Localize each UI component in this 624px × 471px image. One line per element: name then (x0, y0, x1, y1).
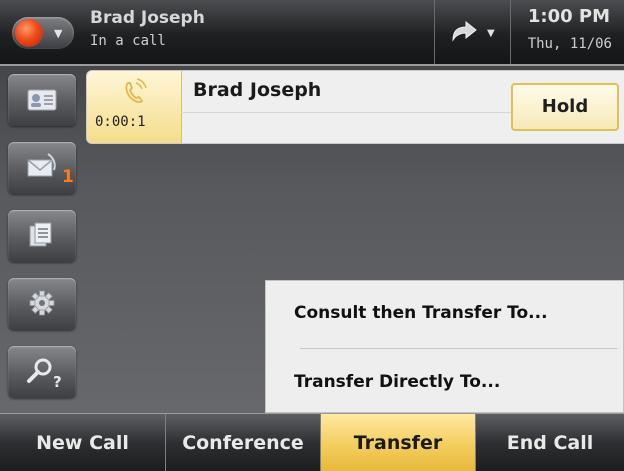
call-timer-box: 0:00:1 (87, 71, 182, 143)
sidebar-item-messages[interactable]: 1 (8, 142, 76, 194)
presence-status-icon (15, 19, 43, 47)
hold-button[interactable]: Hold (511, 83, 619, 131)
menu-item-direct-transfer[interactable]: Transfer Directly To... (294, 372, 500, 392)
presence-status-button[interactable]: ▼ (12, 17, 74, 49)
end-call-button[interactable]: End Call (476, 414, 624, 471)
new-call-button[interactable]: New Call (0, 414, 165, 471)
phone-screen: ▼ Brad Joseph In a call ▼ 1:00 PM Thu, 1… (0, 0, 624, 471)
menu-item-consult-transfer[interactable]: Consult then Transfer To... (294, 303, 548, 323)
svg-text:?: ? (53, 373, 62, 390)
call-duration: 0:00:1 (95, 114, 146, 130)
sidebar-item-help[interactable]: ? (8, 346, 76, 398)
call-forward-button[interactable]: ▼ (437, 14, 507, 52)
clock-date: Thu, 11/06 (527, 36, 612, 52)
menu-divider (300, 348, 618, 349)
status-header: ▼ Brad Joseph In a call ▼ 1:00 PM Thu, 1… (0, 0, 624, 66)
header-divider (434, 0, 435, 64)
conference-button[interactable]: Conference (166, 414, 320, 471)
call-party-name: Brad Joseph (193, 79, 322, 101)
unread-count-badge: 1 (62, 167, 74, 187)
sidebar-item-contacts[interactable] (8, 74, 76, 126)
transfer-button[interactable]: Transfer (321, 414, 475, 471)
contacts-icon (27, 89, 57, 111)
chevron-down-icon: ▼ (54, 27, 63, 40)
gear-icon (29, 290, 55, 316)
call-log-icon (29, 222, 52, 247)
header-divider (510, 0, 511, 64)
header-call-status: In a call (90, 33, 166, 49)
help-search-icon: ? (27, 358, 62, 390)
messages-icon (27, 153, 56, 177)
transfer-menu: Consult then Transfer To... Transfer Dir… (265, 280, 624, 413)
clock-time: 1:00 PM (527, 6, 610, 27)
sidebar-item-call-log[interactable] (8, 210, 76, 262)
call-forward-icon (452, 20, 477, 42)
chevron-down-icon: ▼ (487, 28, 495, 39)
active-call-card[interactable]: 0:00:1 Brad Joseph Hold (86, 70, 624, 144)
ringing-phone-icon (125, 78, 147, 103)
softkey-bar: New Call Conference Transfer End Call (0, 413, 624, 471)
header-caller-name: Brad Joseph (90, 8, 205, 28)
sidebar-item-settings[interactable] (8, 278, 76, 330)
